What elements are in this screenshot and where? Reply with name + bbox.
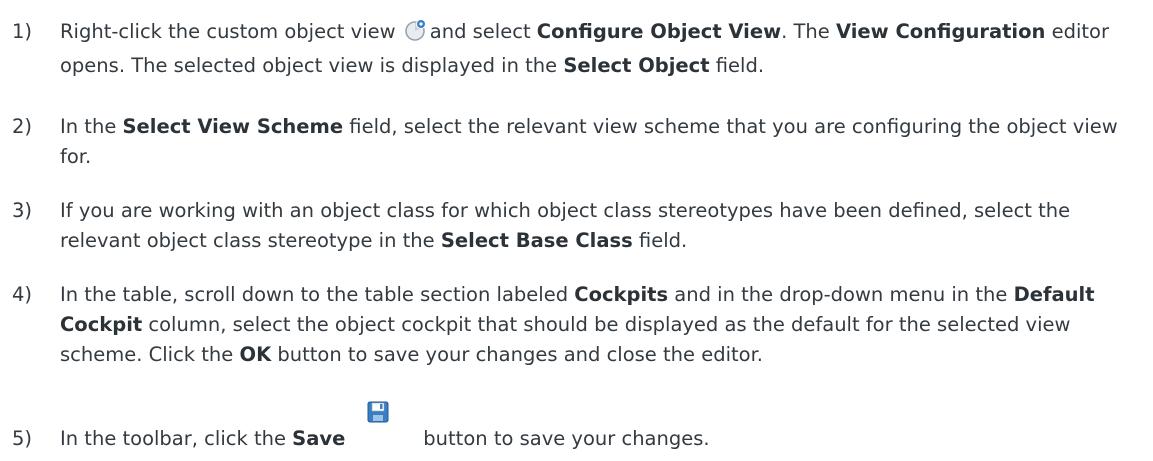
- step-number: 3): [12, 199, 33, 222]
- object-view-icon: [404, 18, 428, 51]
- step-number: 1): [12, 20, 33, 43]
- step-text: If you are working with an object class …: [60, 199, 1071, 252]
- step-number: 4): [12, 283, 33, 306]
- step-number: 5): [12, 427, 33, 450]
- step-text: In the Select View Scheme field, select …: [60, 115, 1118, 168]
- step-text: In the toolbar, click the Save button to…: [60, 401, 1145, 454]
- save-icon: [345, 401, 423, 454]
- step-text: In the table, scroll down to the table s…: [60, 283, 1095, 366]
- step-text: Right-click the custom object view and s…: [60, 18, 1109, 77]
- step-number: 2): [12, 115, 33, 138]
